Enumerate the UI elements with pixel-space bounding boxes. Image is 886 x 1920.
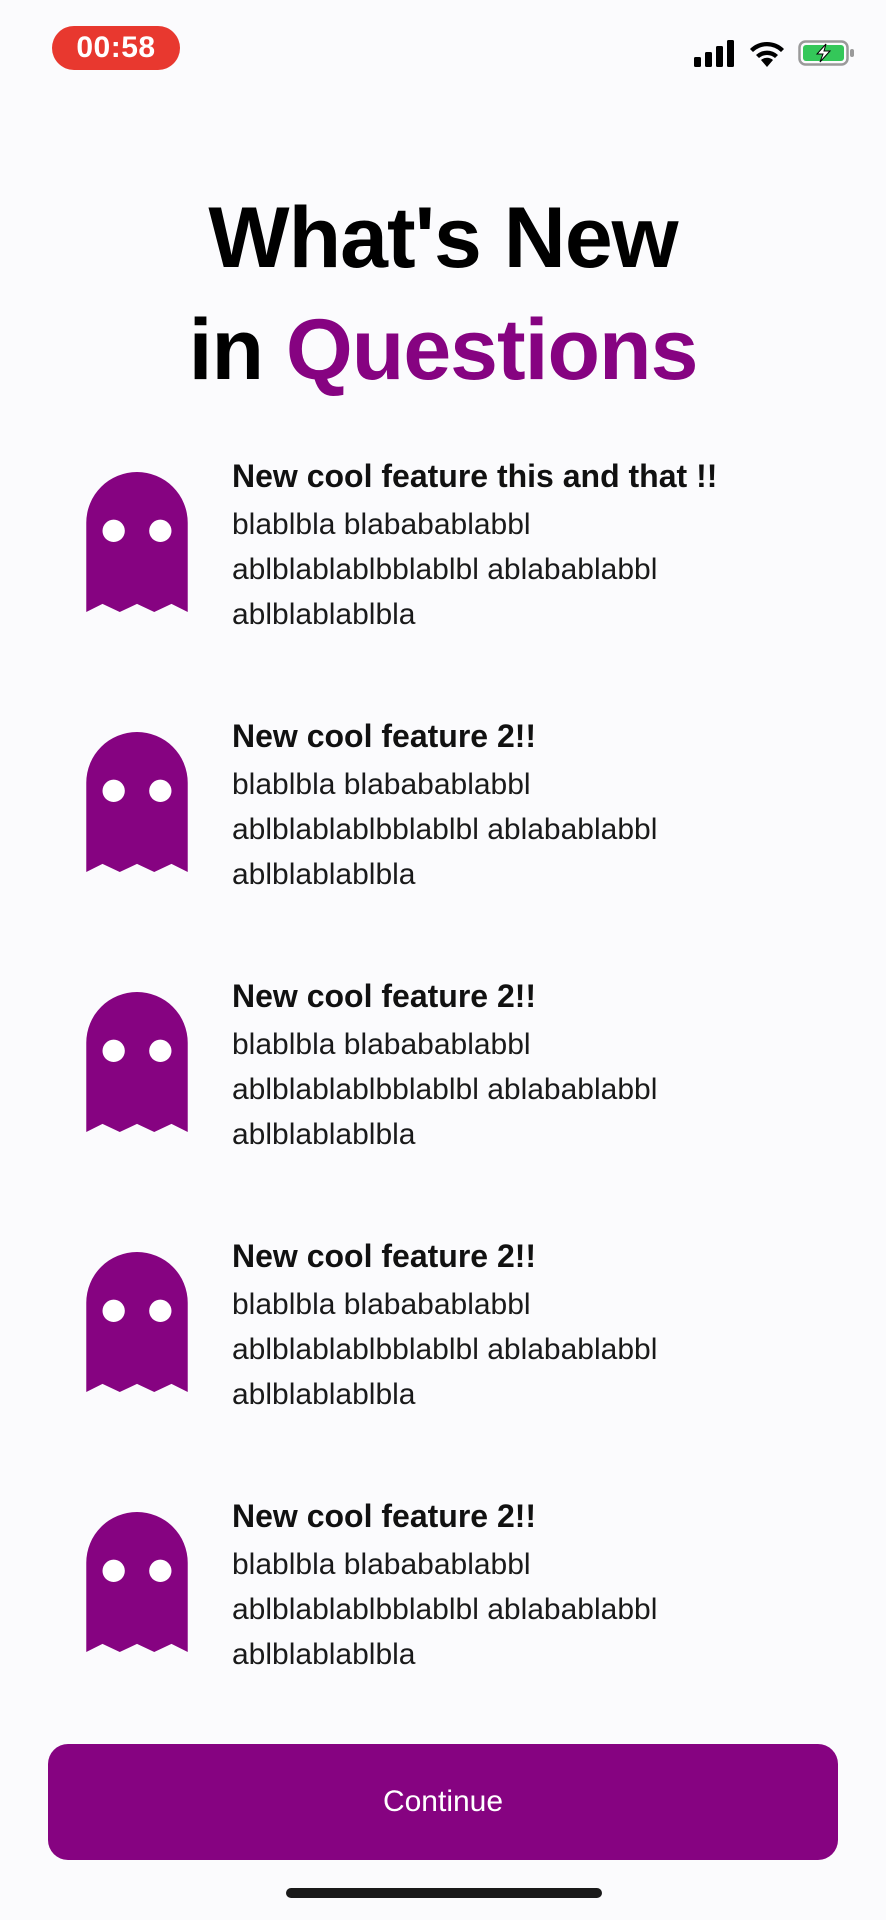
feature-description: blablbla blababablabbl ablblablablbblabl…: [232, 768, 658, 891]
title-line-1: What's New: [208, 190, 678, 286]
title-line-2: in Questions: [0, 294, 886, 406]
home-indicator[interactable]: [286, 1888, 602, 1898]
feature-description: blablbla blababablabbl ablblablablbblabl…: [232, 508, 658, 631]
feature-item: New cool feature 2!! blablbla blabababla…: [0, 714, 886, 914]
feature-text: New cool feature 2!! blablbla blabababla…: [232, 974, 852, 1157]
ghost-icon: [86, 472, 188, 612]
continue-button[interactable]: Continue: [48, 1744, 838, 1860]
ghost-icon: [86, 1512, 188, 1652]
feature-title: New cool feature 2!!: [232, 718, 537, 754]
feature-item: New cool feature 2!! blablbla blabababla…: [0, 974, 886, 1174]
feature-text: New cool feature 2!! blablbla blabababla…: [232, 1234, 852, 1417]
feature-title: New cool feature 2!!: [232, 1498, 537, 1534]
ghost-icon: [86, 1252, 188, 1392]
ghost-icon: [86, 992, 188, 1132]
feature-title: New cool feature 2!!: [232, 978, 537, 1014]
page-title: What's New in Questions: [0, 182, 886, 406]
title-app-name: Questions: [285, 302, 699, 398]
feature-item: New cool feature 2!! blablbla blabababla…: [0, 1494, 886, 1694]
status-time: 00:58: [52, 26, 180, 70]
cellular-signal-icon: [694, 40, 734, 67]
feature-text: New cool feature 2!! blablbla blabababla…: [232, 714, 852, 897]
feature-title: New cool feature this and that !!: [232, 458, 718, 494]
feature-title: New cool feature 2!!: [232, 1238, 537, 1274]
feature-text: New cool feature this and that !! blablb…: [232, 454, 852, 637]
feature-description: blablbla blababablabbl ablblablablbblabl…: [232, 1028, 658, 1151]
ghost-icon: [86, 732, 188, 872]
status-icons: [694, 38, 856, 68]
feature-item: New cool feature this and that !! blablb…: [0, 454, 886, 654]
feature-description: blablbla blababablabbl ablblablablbblabl…: [232, 1548, 658, 1671]
feature-description: blablbla blababablabbl ablblablablbblabl…: [232, 1288, 658, 1411]
battery-charging-icon: [798, 40, 854, 66]
feature-item: New cool feature 2!! blablbla blabababla…: [0, 1234, 886, 1434]
title-prefix: in: [188, 302, 264, 398]
wifi-icon: [750, 41, 784, 67]
feature-text: New cool feature 2!! blablbla blabababla…: [232, 1494, 852, 1677]
